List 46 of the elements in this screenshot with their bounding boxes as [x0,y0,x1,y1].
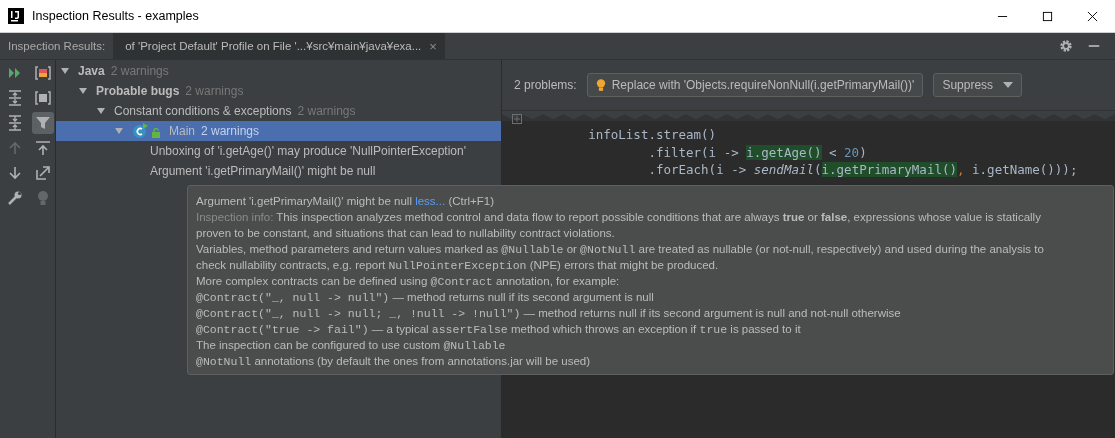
warning-count: 2 warnings [297,104,356,118]
tree-label: Main [169,124,195,138]
quick-fix-button[interactable]: Replace with 'Objects.requireNonNull(i.getPrimaryMail())' [586,73,924,97]
tool-window-label: Inspection Results: [7,40,107,52]
warning-count: 2 warnings [185,84,244,98]
tree-row[interactable]: Constant conditions & exceptions 2 warnings [56,101,501,121]
tree-row[interactable]: Main 2 warnings [56,121,501,141]
less-link[interactable]: less... [415,195,446,207]
code-line: infoList.stream() [587,127,718,144]
description-line: @Contract("_, null -> null") — method returns null if its second argument is null [196,290,655,305]
app-logo-icon [8,8,24,24]
description-line: More complex contracts can be defined using @Contract annotation, for example: [196,274,621,289]
caret-icon [1003,82,1014,88]
tree-row[interactable]: Probable bugs 2 warnings [56,81,501,101]
description-line: Variables, method parameters and return values marked as @Nullable or @NotNull are treated as nullable (or not-null, respectively) and used during the analysis to [196,242,1045,257]
tree-label: Argument 'i.getPrimaryMail()' might be null [150,164,376,178]
tree-label: Constant conditions & exceptions [114,104,292,118]
suppress-dropdown[interactable]: Suppress [933,73,1023,97]
warning-count: 2 warnings [201,124,260,138]
tree-row[interactable]: Java 2 warnings [56,61,501,81]
description-line: Inspection info: This inspection analyzes method control and data flow to report possible conditions that are always true or false, expressions whose value is statically [196,210,1042,225]
class-icon [132,123,148,139]
maximize-icon[interactable] [1042,10,1053,22]
warning-count: 2 warnings [110,64,169,78]
tree-row[interactable]: Argument 'i.getPrimaryMail()' might be null [56,161,501,181]
description-line: @Contract("_, null -> null; _, !null -> !null") — method returns null if its second argument is null and not-null otherwise [196,306,902,321]
description-line: The inspection can be configured to use custom @Nullable [196,338,507,353]
window-title: Inspection Results - examples [32,9,199,23]
bulb-icon [595,78,606,92]
tree-label: Java [78,64,105,78]
lock-icon [151,128,161,138]
problems-label: 2 problems: [514,78,577,92]
tree-row[interactable]: Unboxing of 'i.getAge()' may produce 'NullPointerException' [56,141,501,161]
tooltip-title: Argument 'i.getPrimaryMail()' might be null less... (Ctrl+F1) [196,194,496,209]
description-line: @NotNull annotations (by default the ones from annotations.jar will be used) [196,354,592,369]
fold-icon[interactable] [512,114,522,124]
description-line: check nullability contracts, e.g. report NullPointerException (NPE) errors that might be produced. [196,258,720,273]
description-line: @Contract("true -> fail") — a typical assertFalse method which throws an exception if true is passed to it [196,322,802,337]
tree-label: Unboxing of 'i.getAge()' may produce 'NullPointerException' [150,144,466,158]
filter-icon[interactable] [32,112,54,134]
description-line: proven to be constant, and situations that can lead to nullability contract violations. [196,226,616,241]
tree-label: Probable bugs [96,84,180,98]
code-line: .filter(i -> i.getAge() < 20) [647,144,868,162]
close-icon[interactable] [1087,10,1098,22]
code-line: .forEach(i -> sendMail(i.getPrimaryMail(), i.getName())); [647,162,1079,179]
results-tab[interactable]: of 'Project Default' Profile on File '...¥src¥main¥java¥exa... × [113,33,445,59]
